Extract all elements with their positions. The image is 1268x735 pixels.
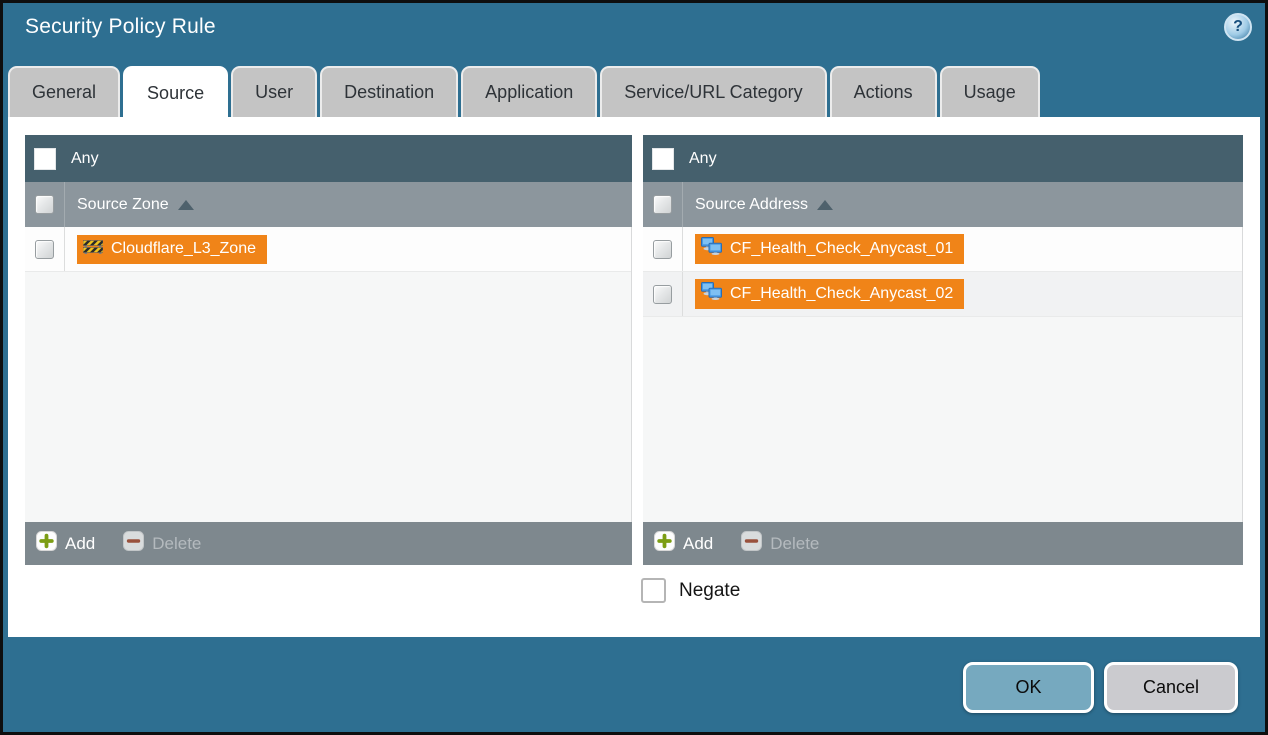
- source-address-list: CF_Health_Check_Anycast_01: [643, 227, 1243, 522]
- delete-button[interactable]: Delete: [123, 531, 201, 556]
- delete-label: Delete: [770, 534, 819, 554]
- source-zone-panel: Any Source Zone: [25, 135, 632, 565]
- address-entry-tag[interactable]: CF_Health_Check_Anycast_01: [695, 234, 964, 264]
- source-zone-select-all-cell: [25, 182, 65, 227]
- source-address-panel: Any Source Address: [643, 135, 1243, 565]
- source-zone-any-checkbox[interactable]: [34, 148, 56, 170]
- negate-label: Negate: [679, 580, 740, 602]
- tab-actions[interactable]: Actions: [830, 66, 937, 117]
- address-entry-label: CF_Health_Check_Anycast_02: [730, 285, 953, 303]
- zone-entry-tag[interactable]: Cloudflare_L3_Zone: [77, 235, 267, 264]
- help-icon[interactable]: ?: [1224, 13, 1252, 41]
- tab-general[interactable]: General: [8, 66, 120, 117]
- source-address-select-all-checkbox[interactable]: [653, 195, 672, 214]
- source-address-column-label: Source Address: [695, 196, 808, 214]
- add-icon: [36, 531, 57, 556]
- tab-source[interactable]: Source: [123, 66, 228, 119]
- cancel-button[interactable]: Cancel: [1104, 662, 1238, 713]
- zone-entry-label: Cloudflare_L3_Zone: [111, 240, 256, 258]
- negate-row: Negate: [641, 578, 740, 603]
- table-row[interactable]: CF_Health_Check_Anycast_02: [643, 272, 1242, 317]
- security-policy-rule-dialog: Security Policy Rule ? General Source Us…: [0, 0, 1268, 735]
- negate-checkbox[interactable]: [641, 578, 666, 603]
- source-zone-column-header[interactable]: Source Zone: [77, 196, 194, 214]
- row-checkbox[interactable]: [653, 240, 672, 259]
- address-entry-tag[interactable]: CF_Health_Check_Anycast_02: [695, 279, 964, 309]
- source-address-toolbar: Add Delete: [643, 522, 1243, 565]
- zone-icon: [83, 238, 103, 260]
- address-icon: [701, 282, 722, 305]
- source-address-column-header[interactable]: Source Address: [695, 196, 833, 214]
- source-tab-content: Any Source Zone: [8, 117, 1260, 637]
- row-checkbox[interactable]: [653, 285, 672, 304]
- source-address-select-all-cell: [643, 182, 683, 227]
- delete-icon: [741, 531, 762, 556]
- sort-ascending-icon: [178, 200, 194, 210]
- add-button[interactable]: Add: [36, 531, 95, 556]
- ok-button[interactable]: OK: [963, 662, 1094, 713]
- source-zone-any-row: Any: [25, 135, 632, 182]
- address-icon: [701, 237, 722, 260]
- add-button[interactable]: Add: [654, 531, 713, 556]
- address-entry-label: CF_Health_Check_Anycast_01: [730, 240, 953, 258]
- source-zone-select-all-checkbox[interactable]: [35, 195, 54, 214]
- sort-ascending-icon: [817, 200, 833, 210]
- add-label: Add: [65, 534, 95, 554]
- delete-icon: [123, 531, 144, 556]
- source-zone-any-label: Any: [71, 150, 99, 168]
- tab-service-url-category[interactable]: Service/URL Category: [600, 66, 826, 117]
- source-zone-column-header-row: Source Zone: [25, 182, 632, 227]
- page-title: Security Policy Rule: [25, 15, 216, 39]
- source-address-any-row: Any: [643, 135, 1243, 182]
- source-zone-toolbar: Add Delete: [25, 522, 632, 565]
- tab-destination[interactable]: Destination: [320, 66, 458, 117]
- source-address-any-label: Any: [689, 150, 717, 168]
- table-row[interactable]: Cloudflare_L3_Zone: [25, 227, 631, 272]
- add-icon: [654, 531, 675, 556]
- tab-bar: General Source User Destination Applicat…: [8, 66, 1040, 119]
- table-row[interactable]: CF_Health_Check_Anycast_01: [643, 227, 1242, 272]
- row-checkbox[interactable]: [35, 240, 54, 259]
- delete-button[interactable]: Delete: [741, 531, 819, 556]
- tab-usage[interactable]: Usage: [940, 66, 1040, 117]
- source-zone-list: Cloudflare_L3_Zone: [25, 227, 632, 522]
- source-address-any-checkbox[interactable]: [652, 148, 674, 170]
- source-zone-column-label: Source Zone: [77, 196, 169, 214]
- source-address-column-header-row: Source Address: [643, 182, 1243, 227]
- tab-application[interactable]: Application: [461, 66, 597, 117]
- add-label: Add: [683, 534, 713, 554]
- tab-user[interactable]: User: [231, 66, 317, 117]
- delete-label: Delete: [152, 534, 201, 554]
